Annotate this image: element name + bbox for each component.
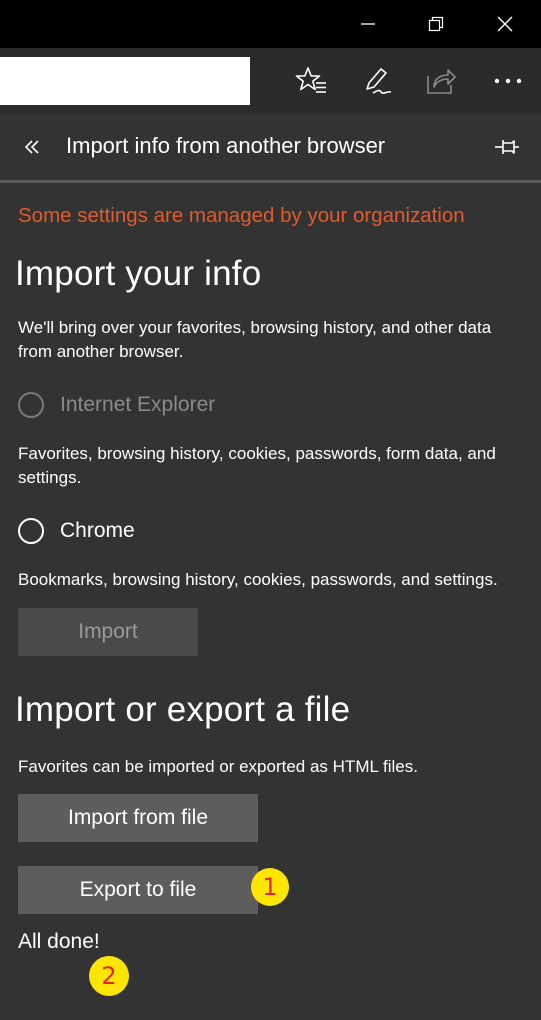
radio-chrome[interactable]: Chrome bbox=[18, 516, 135, 546]
minimize-icon[interactable] bbox=[350, 8, 386, 40]
address-bar[interactable] bbox=[0, 57, 250, 105]
restore-icon[interactable] bbox=[418, 8, 454, 40]
radio-label-internet-explorer: Internet Explorer bbox=[60, 393, 216, 416]
close-icon[interactable] bbox=[487, 8, 523, 40]
radio-internet-explorer[interactable]: Internet Explorer bbox=[18, 390, 215, 420]
header-divider bbox=[0, 180, 541, 183]
managed-notice: Some settings are managed by your organi… bbox=[18, 204, 465, 227]
title-bar bbox=[0, 0, 541, 48]
import-panel: Import info from another browser Some se… bbox=[0, 114, 541, 1020]
import-info-heading: Import your info bbox=[15, 254, 262, 293]
status-message: All done! bbox=[18, 930, 100, 953]
panel-title: Import info from another browser bbox=[66, 133, 386, 158]
import-info-description: We'll bring over your favorites, browsin… bbox=[18, 318, 492, 361]
import-from-file-button[interactable]: Import from file bbox=[18, 794, 258, 842]
back-chevron-icon[interactable] bbox=[16, 131, 48, 163]
file-section-description: Favorites can be imported or exported as… bbox=[18, 757, 418, 776]
panel-header: Import info from another browser bbox=[0, 114, 541, 180]
export-to-file-button[interactable]: Export to file bbox=[18, 866, 258, 914]
pin-icon[interactable] bbox=[488, 131, 526, 163]
import-button[interactable]: Import bbox=[18, 608, 198, 656]
radio-label-chrome: Chrome bbox=[60, 519, 135, 542]
radio-circle[interactable] bbox=[18, 518, 44, 544]
web-note-pen-icon[interactable] bbox=[357, 61, 397, 101]
radio-circle[interactable] bbox=[18, 392, 44, 418]
share-icon[interactable] bbox=[421, 61, 461, 101]
callout-badge-1: 1 bbox=[251, 868, 289, 906]
browser-toolbar bbox=[0, 48, 541, 114]
favorites-star-icon[interactable] bbox=[291, 61, 331, 101]
file-section-heading: Import or export a file bbox=[15, 690, 351, 729]
callout-badge-2: 2 bbox=[89, 956, 129, 996]
more-ellipsis-icon[interactable] bbox=[488, 61, 528, 101]
chrome-description: Bookmarks, browsing history, cookies, pa… bbox=[18, 570, 498, 589]
internet-explorer-description: Favorites, browsing history, cookies, pa… bbox=[18, 444, 496, 487]
